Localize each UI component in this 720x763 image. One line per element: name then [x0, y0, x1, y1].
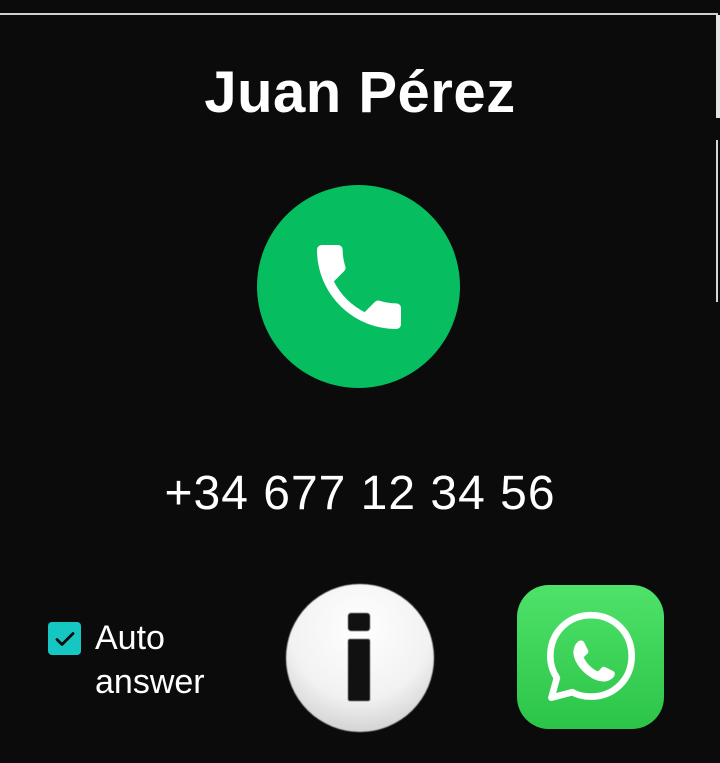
auto-answer-label: Auto answer — [95, 619, 205, 701]
auto-answer-checkbox[interactable] — [48, 622, 81, 655]
phone-number: +34 677 12 34 56 — [164, 467, 556, 520]
whatsapp-icon — [546, 611, 635, 701]
top-border — [0, 13, 718, 15]
info-icon — [348, 613, 370, 701]
call-button[interactable] — [257, 185, 460, 388]
phone-icon — [316, 244, 401, 329]
contact-name: Juan Pérez — [204, 60, 516, 125]
right-edge-divider — [716, 140, 718, 302]
whatsapp-button[interactable] — [517, 585, 664, 729]
auto-answer-toggle[interactable]: Auto answer — [48, 616, 235, 704]
checkmark-icon — [55, 631, 74, 646]
info-button[interactable] — [286, 584, 434, 732]
